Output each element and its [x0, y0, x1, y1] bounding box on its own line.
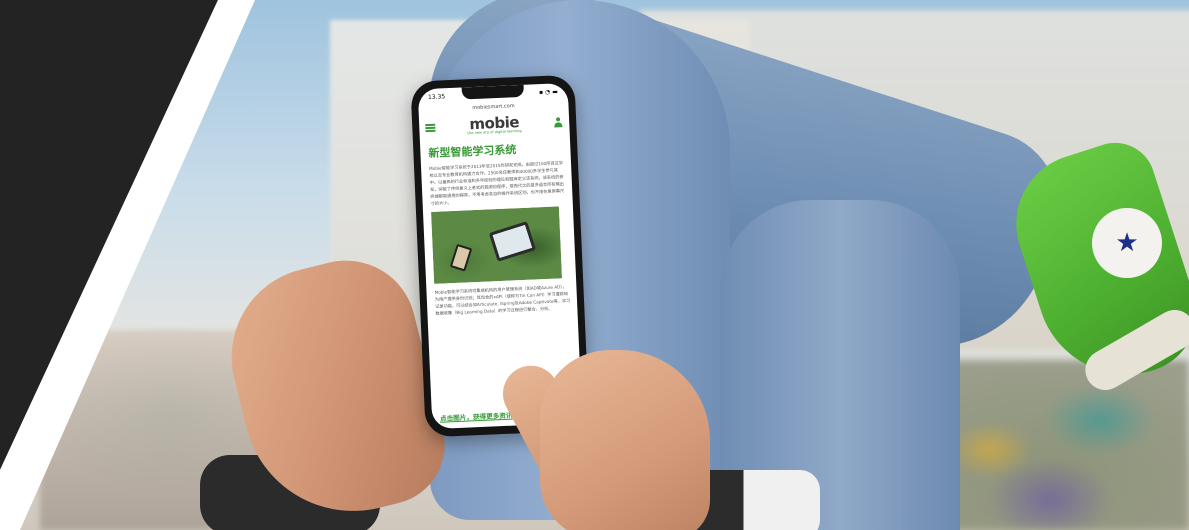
- status-time: 13.35: [427, 92, 446, 101]
- more-info-link[interactable]: 点击图片，获得更多资讯: [440, 410, 513, 423]
- students-photo[interactable]: [431, 206, 563, 284]
- phone-in-photo: [449, 243, 473, 272]
- integration-paragraph: Mobie智能学习系统可集成机构的用户管理系统（如AD或Azure AD），为用…: [434, 284, 571, 316]
- tablet-in-photo: [488, 221, 536, 262]
- hamburger-menu-icon[interactable]: [425, 123, 436, 133]
- right-hand: [540, 350, 710, 530]
- page-headline: 新型智能学习系统: [428, 143, 517, 161]
- logo-tagline: the new era of digital learning: [467, 128, 522, 136]
- star-icon: ★: [1092, 208, 1162, 278]
- intro-paragraph: Mobie智能学习系统于2013年至2015年研发完成。由超过100所百兰学校以…: [429, 160, 565, 206]
- background-mural: [930, 360, 1189, 530]
- hero-photo: ★ 13.35 ▪ ◔ ▬ mobiesmart.com mobie the n…: [0, 0, 1189, 530]
- mobie-logo[interactable]: mobie the new era of digital learning: [467, 113, 522, 136]
- page-content: 新型智能学习系统 Mobie智能学习系统于2013年至2015年研发完成。由超过…: [428, 139, 571, 317]
- site-header: mobie the new era of digital learning: [419, 110, 570, 141]
- signal-wifi-battery-icon: ▪ ◔ ▬: [538, 87, 559, 96]
- user-icon[interactable]: [553, 117, 563, 127]
